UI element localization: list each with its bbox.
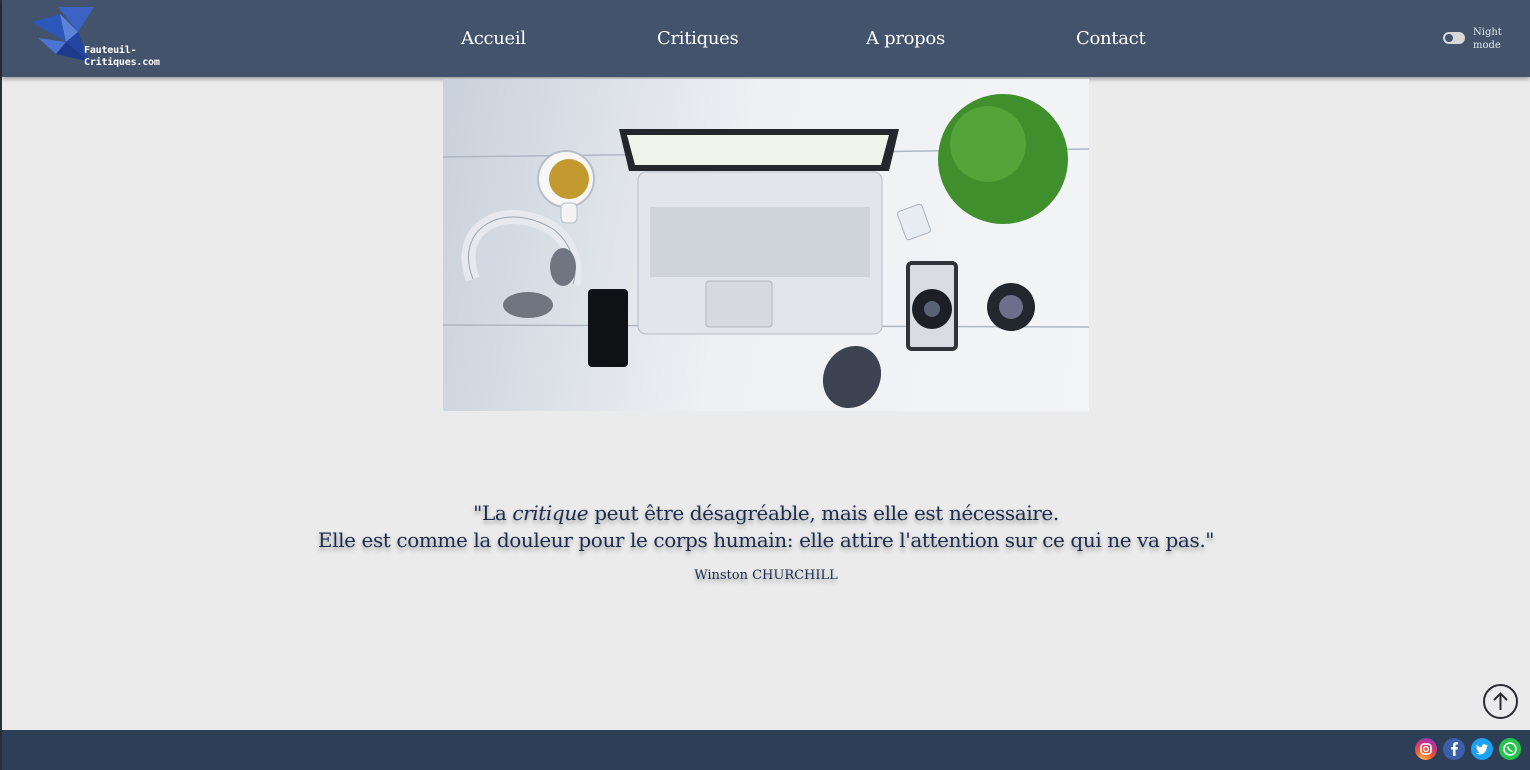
site-footer <box>2 730 1530 770</box>
page: Fauteuil- Critiques.com Accueil Critique… <box>2 0 1530 770</box>
facebook-icon[interactable] <box>1443 738 1465 760</box>
camera-lens-icon <box>987 283 1035 331</box>
quote-emphasis: critique <box>512 501 589 525</box>
arrow-up-icon <box>1493 692 1508 710</box>
instagram-icon[interactable] <box>1415 738 1437 760</box>
logo-line-2: Critiques.com <box>84 57 160 68</box>
nav-critiques[interactable]: Critiques <box>657 28 739 49</box>
quote-author: Winston CHURCHILL <box>694 568 838 583</box>
headphones-icon <box>461 210 582 318</box>
quote-line-1: "La critique peut être désagréable, mais… <box>2 500 1530 527</box>
tea-cup-icon <box>537 150 595 224</box>
quote-line-2: Elle est comme la douleur pour le corps … <box>317 528 1215 552</box>
nav-accueil[interactable]: Accueil <box>461 28 526 49</box>
laptop-icon <box>619 129 899 335</box>
hero-image <box>443 79 1089 411</box>
night-mode-toggle[interactable] <box>1443 32 1465 44</box>
site-header: Fauteuil- Critiques.com Accueil Critique… <box>2 0 1530 77</box>
whatsapp-icon[interactable] <box>1499 738 1521 760</box>
nav-a-propos[interactable]: A propos <box>866 28 945 49</box>
quote-line-1-start: "La <box>473 501 513 525</box>
desk-flatlay-photo <box>443 94 1089 409</box>
toggle-knob <box>1445 34 1453 42</box>
usb-box-icon <box>896 203 932 241</box>
nav-contact[interactable]: Contact <box>1076 28 1146 49</box>
twitter-icon[interactable] <box>1471 738 1493 760</box>
mouse-icon <box>822 345 882 409</box>
logo-text: Fauteuil- Critiques.com <box>84 45 160 69</box>
quote: "La critique peut être désagréable, mais… <box>2 500 1530 554</box>
smartphone-icon <box>588 289 628 367</box>
camera-icon <box>906 261 958 351</box>
back-to-top-button[interactable] <box>1483 684 1518 719</box>
quote-line-1-end: peut être désagréable, mais elle est néc… <box>588 501 1059 525</box>
night-mode-label: Night mode <box>1473 27 1502 51</box>
logo-line-1: Fauteuil- <box>84 45 137 56</box>
site-logo[interactable]: Fauteuil- Critiques.com <box>30 4 170 70</box>
